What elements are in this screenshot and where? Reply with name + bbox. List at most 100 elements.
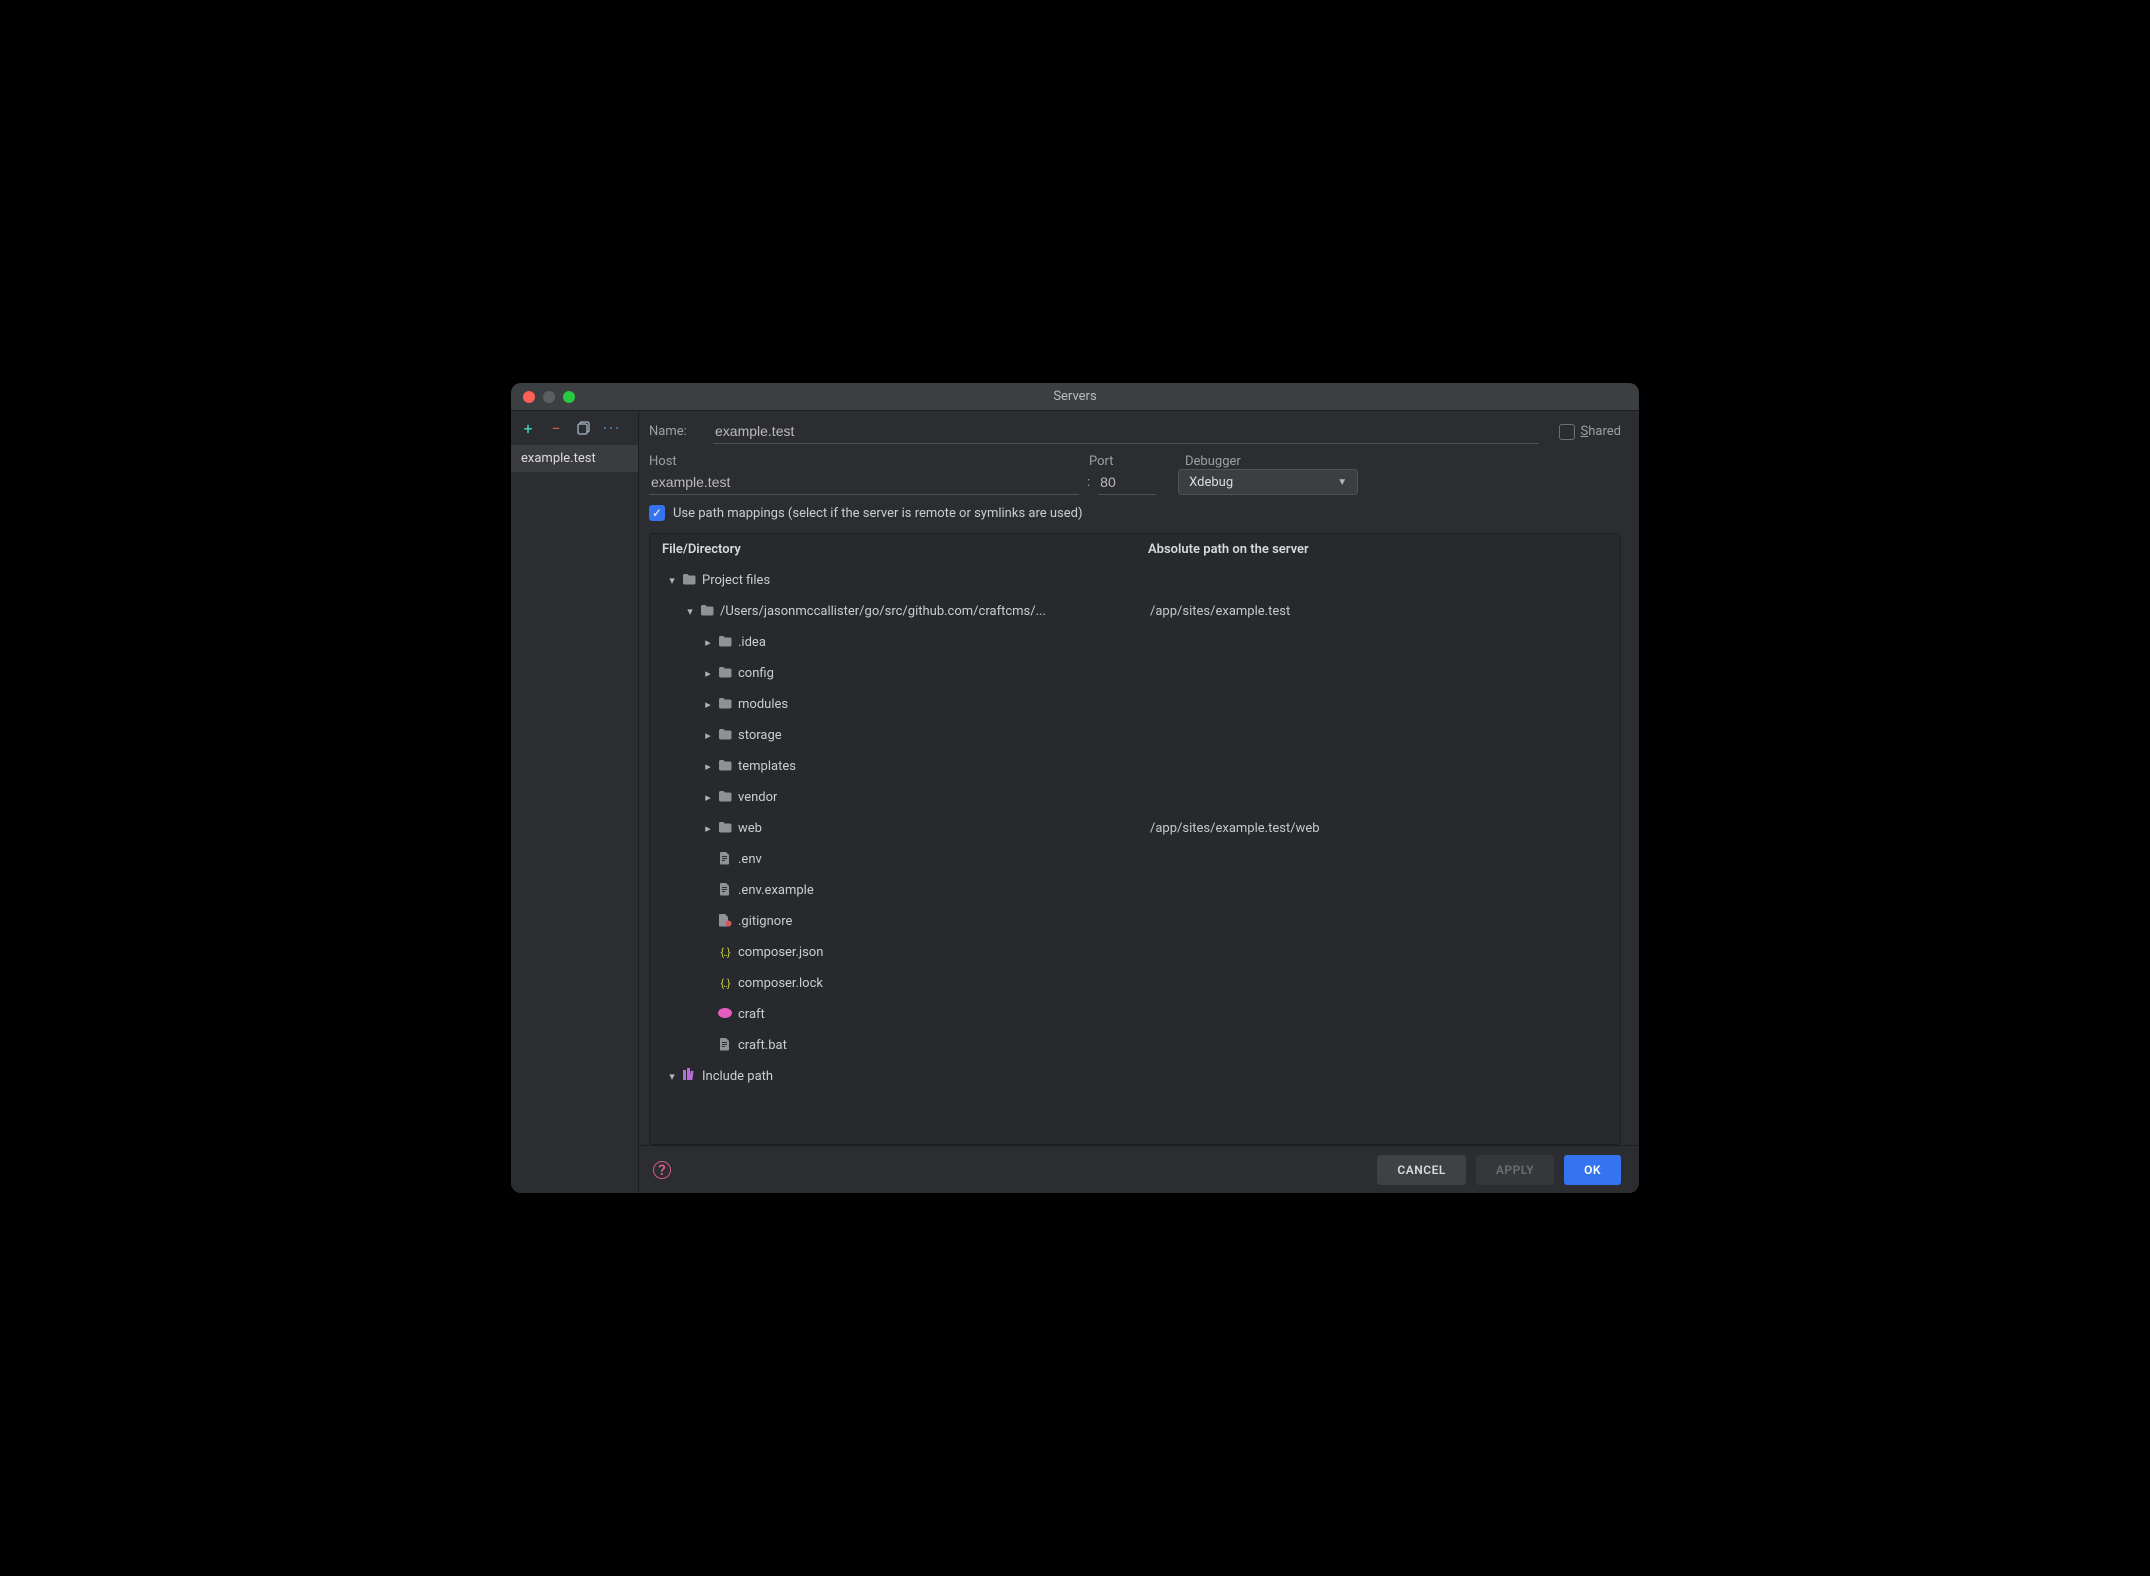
file-icon (716, 1037, 734, 1055)
add-icon[interactable]: + (519, 419, 537, 437)
host-port-dbg-inputs: : Xdebug ▼ (649, 469, 1621, 495)
titlebar: Servers (511, 383, 1639, 411)
main-panel: Name: Shared Host Port Debugger : (639, 411, 1639, 1193)
dialog-footer: ? CANCEL APPLY OK (639, 1145, 1639, 1193)
tree-node-name: .env (738, 852, 762, 867)
tree-row[interactable]: {..}composer.json (650, 937, 1620, 968)
file-icon (716, 882, 734, 900)
tree-row[interactable]: ▾ Include path (650, 1061, 1620, 1092)
debugger-label: Debugger (1185, 454, 1365, 469)
shared-checkbox[interactable]: Shared (1559, 424, 1621, 440)
file-tree[interactable]: ▾ Project files ▾ /Users/jasonmccallister/g… (650, 563, 1620, 1144)
folder-icon (716, 790, 734, 806)
folder-icon (716, 728, 734, 744)
name-input[interactable] (713, 419, 1539, 444)
minimize-window-icon[interactable] (543, 391, 555, 403)
expander-icon[interactable]: ▸ (700, 698, 716, 711)
php-icon (716, 1007, 734, 1023)
tree-node-name: .gitignore (738, 914, 792, 929)
tree-node-name: craft.bat (738, 1038, 787, 1053)
tree-row[interactable]: {..} composer.lock (650, 968, 1620, 999)
path-mappings-row: ✓ Use path mappings (select if the serve… (649, 505, 1621, 521)
tree-row[interactable]: ▸ .idea (650, 627, 1620, 658)
tree-row[interactable]: ▸ config (650, 658, 1620, 689)
json-icon: {..} (716, 977, 734, 990)
tree-row[interactable]: craft.bat (650, 1030, 1620, 1061)
help-icon[interactable]: ? (653, 1161, 671, 1179)
server-list-item[interactable]: example.test (511, 445, 638, 472)
file-icon (716, 851, 734, 869)
tree-row[interactable]: ▸ vendor (650, 782, 1620, 813)
mappings-header: File/Directory Absolute path on the serv… (650, 534, 1620, 563)
json-icon: {..} (716, 946, 734, 959)
tree-node-name: config (738, 666, 774, 681)
tree-row[interactable]: ▾ Project files (650, 565, 1620, 596)
expander-icon[interactable]: ▸ (700, 667, 716, 680)
tree-row[interactable]: ▾ /Users/jasonmccallister/go/src/github.c… (650, 596, 1620, 627)
tree-row[interactable]: ▸ templates (650, 751, 1620, 782)
tree-node-name: modules (738, 697, 788, 712)
tree-node-name: Include path (702, 1069, 773, 1084)
tree-row[interactable]: .env.example (650, 875, 1620, 906)
close-window-icon[interactable] (523, 391, 535, 403)
copy-icon[interactable] (575, 419, 593, 437)
folder-icon (698, 604, 716, 620)
expander-icon[interactable]: ▸ (700, 791, 716, 804)
expander-icon[interactable]: ▸ (700, 822, 716, 835)
host-input[interactable] (649, 470, 1079, 495)
tree-node-name: /Users/jasonmccallister/go/src/github.co… (720, 604, 1046, 619)
tree-node-name: templates (738, 759, 796, 774)
tree-node-name: web (738, 821, 762, 836)
shared-label: Shared (1581, 424, 1621, 439)
remove-icon[interactable]: − (547, 419, 565, 437)
expander-icon[interactable]: ▾ (664, 574, 680, 587)
host-label: Host (649, 454, 1089, 469)
tree-row[interactable]: ▸ web/app/sites/example.test/web (650, 813, 1620, 844)
host-port-colon: : (1079, 475, 1098, 490)
path-mappings-checkbox[interactable]: ✓ (649, 505, 665, 521)
tree-row[interactable]: .env (650, 844, 1620, 875)
name-row: Name: Shared (649, 419, 1621, 444)
port-input[interactable] (1098, 470, 1156, 495)
folder-icon (716, 635, 734, 651)
tree-row[interactable]: craft (650, 999, 1620, 1030)
apply-button: APPLY (1476, 1155, 1554, 1185)
more-icon[interactable]: ··· (603, 419, 621, 437)
expander-icon[interactable]: ▾ (664, 1070, 680, 1083)
tree-node-name: vendor (738, 790, 777, 805)
folder-icon (716, 666, 734, 682)
tree-node-mapping[interactable]: /app/sites/example.test/web (1150, 821, 1620, 836)
debugger-select[interactable]: Xdebug ▼ (1178, 469, 1358, 495)
column-file-directory: File/Directory (662, 542, 1148, 557)
debugger-value: Xdebug (1189, 475, 1233, 490)
expander-icon[interactable]: ▸ (700, 760, 716, 773)
expander-icon[interactable]: ▸ (700, 729, 716, 742)
tree-node-name: Project files (702, 573, 770, 588)
tree-row[interactable]: ▸ modules (650, 689, 1620, 720)
server-form: Name: Shared Host Port Debugger : (639, 411, 1639, 525)
tree-node-name: storage (738, 728, 782, 743)
gitignore-icon (716, 913, 734, 931)
expander-icon[interactable]: ▾ (682, 605, 698, 618)
traffic-lights (511, 391, 575, 403)
tree-node-name: .env.example (738, 883, 814, 898)
library-icon (680, 1068, 698, 1085)
host-port-dbg-headers: Host Port Debugger (649, 454, 1621, 469)
checkbox-icon (1559, 424, 1575, 440)
folder-icon (716, 821, 734, 837)
tree-node-name: .idea (738, 635, 766, 650)
tree-row[interactable]: .gitignore (650, 906, 1620, 937)
folder-icon (716, 759, 734, 775)
tree-row[interactable]: ▸ storage (650, 720, 1620, 751)
zoom-window-icon[interactable] (563, 391, 575, 403)
tree-node-mapping[interactable]: /app/sites/example.test (1150, 604, 1620, 619)
column-absolute-path: Absolute path on the server (1148, 542, 1608, 557)
name-label: Name: (649, 424, 707, 439)
sidebar: + − ··· example.test (511, 411, 639, 1193)
cancel-button[interactable]: CANCEL (1377, 1155, 1465, 1185)
expander-icon[interactable]: ▸ (700, 636, 716, 649)
tree-node-name: craft (738, 1007, 765, 1022)
ok-button[interactable]: OK (1564, 1155, 1621, 1185)
tree-node-name: composer.lock (738, 976, 823, 991)
dialog-body: + − ··· example.test Name: Shared (511, 411, 1639, 1193)
